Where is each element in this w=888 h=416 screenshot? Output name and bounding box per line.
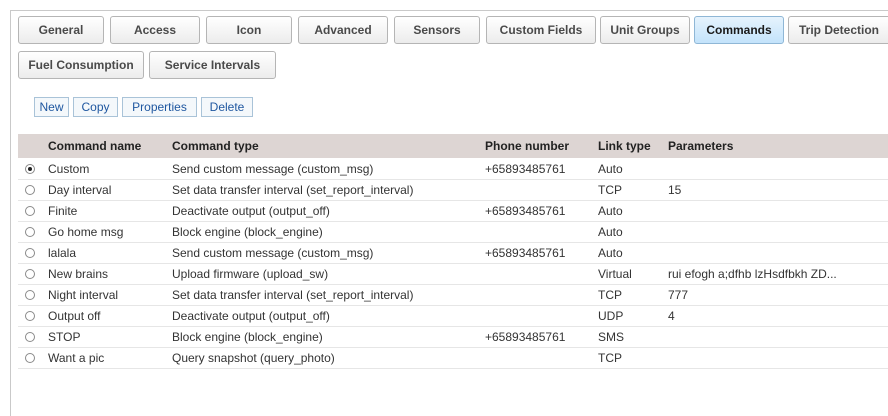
row-radio[interactable] — [25, 311, 35, 321]
table-row[interactable]: STOP Block engine (block_engine) +65893485… — [18, 327, 888, 348]
cell-link-type: Auto — [598, 162, 623, 176]
table-row[interactable]: Day interval Set data transfer interval (… — [18, 180, 888, 201]
table-row[interactable]: Want a pic Query snapshot (query_photo) TC… — [18, 348, 888, 369]
table-row[interactable]: lalala Send custom message (custom_msg) +6… — [18, 243, 888, 264]
cell-command-type: Deactivate output (output_off) — [172, 204, 330, 218]
cell-command-name: Day interval — [48, 183, 112, 197]
tab-icon[interactable]: Icon — [206, 16, 292, 44]
tab-custom-fields[interactable]: Custom Fields — [486, 16, 596, 44]
cell-parameters: rui efogh a;dfhb lzHsdfbkh ZD... — [668, 267, 837, 281]
table-row[interactable]: Custom Send custom message (custom_msg) +6… — [18, 159, 888, 180]
cell-command-type: Send custom message (custom_msg) — [172, 162, 374, 176]
cell-link-type: UDP — [598, 309, 624, 323]
cell-command-type: Upload firmware (upload_sw) — [172, 267, 329, 281]
cell-phone-number: +65893485761 — [485, 204, 566, 218]
row-radio[interactable] — [25, 206, 35, 216]
cell-link-type: Virtual — [598, 267, 632, 281]
copy-button[interactable]: Copy — [73, 97, 118, 117]
cell-phone-number: +65893485761 — [485, 162, 566, 176]
header-link-type[interactable]: Link type — [598, 134, 651, 158]
row-radio[interactable] — [25, 269, 35, 279]
header-phone-number[interactable]: Phone number — [485, 134, 569, 158]
row-radio[interactable] — [25, 353, 35, 363]
cell-link-type: Auto — [598, 225, 623, 239]
cell-command-name: Go home msg — [48, 225, 124, 239]
row-radio[interactable] — [25, 227, 35, 237]
cell-command-name: Want a pic — [48, 351, 105, 365]
header-command-name[interactable]: Command name — [48, 134, 141, 158]
tab-trip-detection[interactable]: Trip Detection — [788, 16, 888, 44]
tab-access[interactable]: Access — [110, 16, 200, 44]
row-radio[interactable] — [25, 332, 35, 342]
table-row[interactable]: Go home msg Block engine (block_engine) Au… — [18, 222, 888, 243]
cell-command-type: Deactivate output (output_off) — [172, 309, 330, 323]
cell-command-name: Finite — [48, 204, 78, 218]
table-row[interactable]: New brains Upload firmware (upload_sw) Vir… — [18, 264, 888, 285]
row-radio[interactable] — [25, 290, 35, 300]
cell-command-type: Send custom message (custom_msg) — [172, 246, 374, 260]
header-parameters[interactable]: Parameters — [668, 134, 733, 158]
table-header: Command name Command type Phone number L… — [18, 134, 888, 158]
table-row[interactable]: Night interval Set data transfer interval… — [18, 285, 888, 306]
table-row[interactable]: Output off Deactivate output (output_off)… — [18, 306, 888, 327]
cell-link-type: TCP — [598, 183, 622, 197]
cell-command-name: New brains — [48, 267, 109, 281]
cell-parameters: 15 — [668, 183, 682, 197]
cell-parameters: 4 — [668, 309, 675, 323]
cell-phone-number: +65893485761 — [485, 330, 566, 344]
cell-command-type: Block engine (block_engine) — [172, 330, 323, 344]
tab-general[interactable]: General — [18, 16, 104, 44]
new-button[interactable]: New — [34, 97, 69, 117]
cell-link-type: Auto — [598, 204, 623, 218]
cell-link-type: SMS — [598, 330, 625, 344]
tab-commands[interactable]: Commands — [694, 16, 784, 44]
cell-parameters: 777 — [668, 288, 689, 302]
row-radio[interactable] — [25, 185, 35, 195]
properties-button[interactable]: Properties — [122, 97, 197, 117]
cell-link-type: Auto — [598, 246, 623, 260]
tab-sensors[interactable]: Sensors — [394, 16, 480, 44]
cell-command-name: Night interval — [48, 288, 119, 302]
table-row[interactable]: Finite Deactivate output (output_off) +658… — [18, 201, 888, 222]
tab-service-intervals[interactable]: Service Intervals — [149, 51, 276, 79]
delete-button[interactable]: Delete — [201, 97, 253, 117]
cell-command-type: Block engine (block_engine) — [172, 225, 323, 239]
cell-command-type: Set data transfer interval (set_report_i… — [172, 288, 414, 302]
row-radio[interactable] — [25, 164, 35, 174]
tab-unit-groups[interactable]: Unit Groups — [600, 16, 690, 44]
cell-link-type: TCP — [598, 288, 622, 302]
cell-command-type: Set data transfer interval (set_report_i… — [172, 183, 414, 197]
row-radio[interactable] — [25, 248, 35, 258]
cell-command-name: Custom — [48, 162, 90, 176]
header-command-type[interactable]: Command type — [172, 134, 259, 158]
cell-command-name: lalala — [48, 246, 77, 260]
cell-command-name: STOP — [48, 330, 81, 344]
cell-link-type: TCP — [598, 351, 622, 365]
cell-command-name: Output off — [48, 309, 101, 323]
cell-phone-number: +65893485761 — [485, 246, 566, 260]
tab-advanced[interactable]: Advanced — [298, 16, 388, 44]
tab-fuel-consumption[interactable]: Fuel Consumption — [18, 51, 144, 79]
cell-command-type: Query snapshot (query_photo) — [172, 351, 335, 365]
